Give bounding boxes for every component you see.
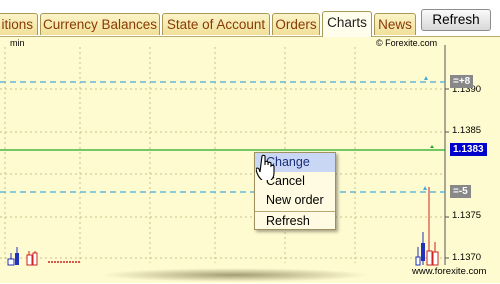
footer-site-link[interactable]: www.forexite.com xyxy=(412,266,486,277)
price-marker-icon xyxy=(430,145,434,148)
refresh-button[interactable]: Refresh xyxy=(421,9,491,31)
price-tick-label: 1.1375 xyxy=(452,210,482,221)
tab-orders[interactable]: Orders xyxy=(272,13,320,35)
lower-level-tag[interactable]: =-5 xyxy=(450,185,471,198)
hand-cursor-icon xyxy=(256,154,275,180)
level-marker-icon xyxy=(424,76,428,80)
menu-item-refresh[interactable]: Refresh xyxy=(255,212,335,231)
tab-news[interactable]: News xyxy=(374,13,416,35)
tab-bar: itions Currency Balances State of Accoun… xyxy=(0,0,500,38)
timeframe-label: min xyxy=(10,38,25,48)
price-tick-label: 1.1385 xyxy=(452,125,482,136)
price-tick-label: 1.1370 xyxy=(452,252,482,263)
level-marker-icon xyxy=(423,186,427,190)
chart-panel[interactable]: min © Forexite.com 1.1390 1.1385 1.1375 … xyxy=(0,36,500,283)
tab-charts[interactable]: Charts xyxy=(322,11,372,37)
grid-horizontal xyxy=(0,88,445,259)
upper-level-tag[interactable]: =+8 xyxy=(450,75,474,88)
copyright-label: © Forexite.com xyxy=(376,38,438,48)
menu-item-new-order[interactable]: New order xyxy=(255,191,335,210)
tab-positions[interactable]: itions xyxy=(0,13,38,35)
current-price-tag: 1.1383 xyxy=(450,143,487,156)
candles-right xyxy=(415,187,439,266)
price-chart[interactable] xyxy=(0,37,500,284)
footer-shadow xyxy=(100,268,370,282)
tab-currency-balances[interactable]: Currency Balances xyxy=(40,13,160,35)
candles-left xyxy=(7,247,80,266)
price-axis-ticks xyxy=(445,88,449,259)
tab-state-of-account[interactable]: State of Account xyxy=(162,13,270,35)
